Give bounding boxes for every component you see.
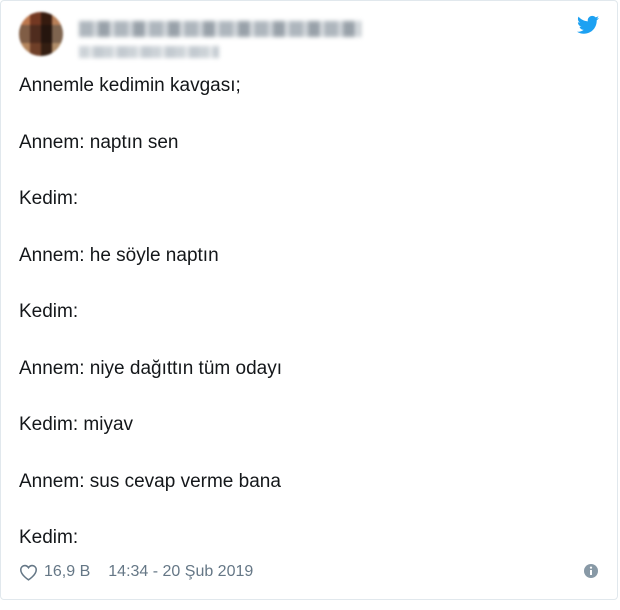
like-button[interactable]: 16,9 B <box>19 563 90 581</box>
blurred-display-name[interactable] <box>79 21 361 37</box>
twitter-bird-icon[interactable] <box>577 15 599 35</box>
heart-icon <box>19 564 38 581</box>
timestamp-link[interactable]: 14:34 - 20 Şub 2019 <box>108 563 253 581</box>
tweet-line: Annem: naptın sen <box>19 131 179 153</box>
avatar[interactable] <box>19 12 63 56</box>
tweet-line: Annem: niye dağıttın tüm odayı <box>19 357 282 379</box>
tweet-footer: 16,9 B 14:34 - 20 Şub 2019 <box>19 560 599 584</box>
tweet-line: Annemle kedimin kavgası; <box>19 75 241 96</box>
tweet-line: Annem: sus cevap verme bana <box>19 470 281 492</box>
like-count: 16,9 B <box>44 563 91 580</box>
tweet-text: Annemle kedimin kavgası; Annem: naptın s… <box>19 75 579 584</box>
blurred-username[interactable] <box>79 46 219 58</box>
tweet-line: Annem: he söyle naptın <box>19 244 219 266</box>
tweet-header <box>19 9 599 59</box>
tweet-card: Annemle kedimin kavgası; Annem: naptın s… <box>0 0 618 600</box>
tweet-line: Kedim: <box>19 527 79 548</box>
tweet-line: Kedim: miyav <box>19 414 134 435</box>
info-icon[interactable] <box>583 563 599 579</box>
tweet-line: Kedim: <box>19 301 79 322</box>
tweet-line: Kedim: <box>19 188 79 209</box>
